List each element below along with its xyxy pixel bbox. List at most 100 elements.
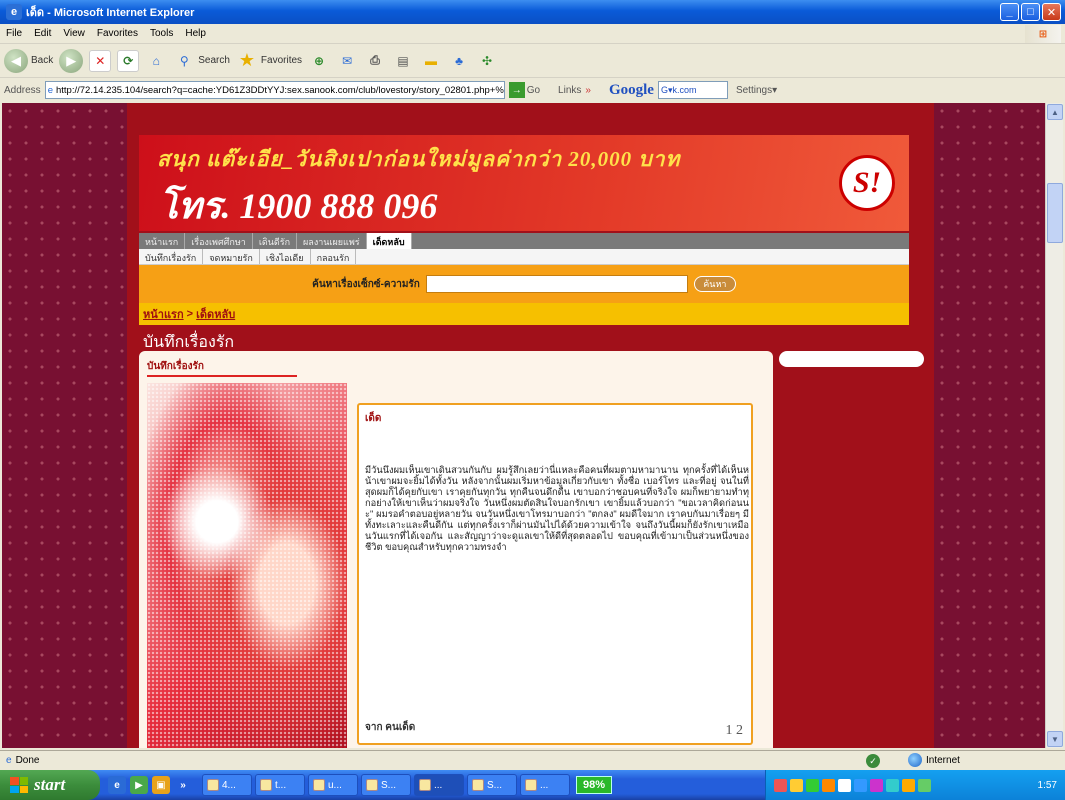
toolbar: ◀ Back ▶ ✕ ⟳ ⌂ ⚲ Search ★ Favorites ⊕ ✉ …	[0, 44, 1065, 78]
subnav-letters[interactable]: จดหมายรัก	[203, 249, 260, 264]
banner-headline: สนุก แต๊ะเอีย_วันสิงเปาก่อนใหม่มูลค่ากว่…	[157, 147, 681, 171]
google-toolbar-logo: Google	[608, 81, 654, 98]
site-search-input[interactable]	[425, 275, 688, 293]
stop-icon[interactable]: ✕	[89, 49, 112, 72]
sub-nav: บันทึกเรื่องรัก จดหมายรัก เชิงไอเดีย กลอ…	[139, 249, 909, 265]
page-viewport: สนุก แต๊ะเอีย_วันสิงเปาก่อนใหม่มูลค่ากว่…	[2, 103, 1045, 748]
story-pagination[interactable]: 1 2	[726, 723, 744, 739]
browser-window: e เด็ด - Microsoft Internet Explorer _ □…	[0, 0, 1065, 800]
folder-icon[interactable]: ▬	[420, 50, 442, 72]
desktop-icon[interactable]: ▣	[152, 776, 170, 794]
back-arrow-icon: ◀	[4, 48, 28, 73]
menu-view[interactable]: View	[63, 28, 85, 39]
menu-help[interactable]: Help	[185, 28, 206, 39]
maximize-button[interactable]: □	[1021, 3, 1040, 21]
task-button[interactable]: S...	[361, 774, 411, 796]
scroll-thumb[interactable]	[1047, 183, 1063, 243]
msn-icon[interactable]: ✣	[476, 50, 498, 72]
forward-button[interactable]: ▶	[59, 48, 84, 73]
task-button[interactable]: ...	[520, 774, 570, 796]
breadcrumb-current-link[interactable]: เด็ดหลับ	[196, 305, 235, 323]
links-chevron-icon[interactable]: »	[585, 85, 591, 96]
settings-button[interactable]: Settings▾	[736, 85, 777, 96]
vertical-scrollbar[interactable]: ▲ ▼	[1045, 103, 1063, 748]
nav-tab-love[interactable]: เดินดีรัก	[253, 233, 298, 249]
tray-app-icon[interactable]	[790, 778, 803, 792]
couple-photo	[147, 383, 347, 748]
mail-icon[interactable]: ✉	[336, 50, 358, 72]
scroll-up-icon[interactable]: ▲	[1047, 104, 1063, 120]
print-icon[interactable]: ⎙	[364, 50, 386, 72]
breadcrumb: หน้าแรก > เด็ดหลับ	[139, 303, 909, 325]
nav-tab-active[interactable]: เด็ดหลับ	[366, 233, 412, 249]
clock[interactable]: 1:57	[1038, 780, 1057, 791]
tray-app-icon[interactable]	[918, 778, 931, 792]
task-button-active[interactable]: ...	[414, 774, 464, 796]
tray-app-icon[interactable]	[822, 778, 835, 792]
task-list: 4... t... u... S... ... S... ...	[202, 774, 570, 796]
site-search-button[interactable]: ค้นหา	[693, 276, 736, 292]
tray-app-icon[interactable]	[886, 778, 899, 792]
tray-app-icon[interactable]	[870, 778, 883, 792]
star-icon: ★	[238, 50, 255, 70]
task-button[interactable]: S...	[467, 774, 517, 796]
google-search-input[interactable]: G▾k.com	[657, 81, 728, 99]
window-title: เด็ด - Microsoft Internet Explorer	[26, 7, 195, 19]
go-button[interactable]: → Go	[508, 82, 540, 98]
menu-tools[interactable]: Tools	[150, 28, 173, 39]
start-button[interactable]: start	[0, 770, 100, 800]
subnav-ideas[interactable]: เชิงไอเดีย	[260, 249, 311, 264]
address-bar: Address e http://72.14.235.104/search?q=…	[0, 78, 1065, 102]
tray-app-icon[interactable]	[902, 778, 915, 792]
story-body: มีวันนึงผมเห็นเขาเดินสวนกันกับ ผมรู้สึกเ…	[365, 465, 749, 552]
tray-app-icon[interactable]	[774, 778, 787, 792]
address-label: Address	[4, 84, 41, 96]
ie-icon: e	[6, 4, 22, 20]
status-bar: e Done ✓ Internet	[0, 750, 1065, 770]
ad-banner[interactable]: สนุก แต๊ะเอีย_วันสิงเปาก่อนใหม่มูลค่ากว่…	[139, 135, 909, 231]
back-button[interactable]: ◀ Back	[4, 48, 53, 73]
links-label[interactable]: Links	[558, 85, 581, 96]
page-container: สนุก แต๊ะเอีย_วันสิงเปาก่อนใหม่มูลค่ากว่…	[127, 103, 934, 748]
quick-launch: e ▶ ▣ »	[108, 776, 192, 794]
home-icon[interactable]: ⌂	[145, 50, 167, 72]
edit-icon[interactable]: ▤	[392, 50, 414, 72]
tray-app-icon[interactable]	[854, 778, 867, 792]
menu-favorites[interactable]: Favorites	[97, 28, 138, 39]
task-button[interactable]: u...	[308, 774, 358, 796]
task-button[interactable]: 4...	[202, 774, 252, 796]
battery-percent[interactable]: 98%	[576, 776, 613, 794]
scroll-down-icon[interactable]: ▼	[1047, 731, 1063, 747]
address-input[interactable]: e http://72.14.235.104/search?q=cache:YD…	[44, 81, 505, 99]
content-title: บันทึกเรื่องรัก	[147, 361, 204, 372]
task-button[interactable]: t...	[255, 774, 305, 796]
nav-tab-home[interactable]: หน้าแรก	[139, 233, 186, 249]
favorites-button[interactable]: ★ Favorites	[236, 50, 302, 72]
windows-flag-icon	[10, 777, 28, 793]
nav-tab-works[interactable]: ผลงานเผยแพร่	[297, 233, 367, 249]
left-pattern	[2, 103, 128, 748]
menu-file[interactable]: File	[6, 28, 22, 39]
tray-app-icon[interactable]	[806, 778, 819, 792]
story-box: เด็ด มีวันนึงผมเห็นเขาเดินสวนกันกับ ผมรู…	[357, 403, 753, 745]
media-icon[interactable]: ▶	[130, 776, 148, 794]
menu-edit[interactable]: Edit	[34, 28, 51, 39]
nav-tab-sex-ed[interactable]: เรื่องเพศศึกษา	[185, 233, 253, 249]
zone-indicator: Internet	[908, 753, 960, 767]
minimize-button[interactable]: _	[1000, 3, 1019, 21]
refresh-icon[interactable]: ⟳	[117, 49, 140, 72]
title-bar: e เด็ด - Microsoft Internet Explorer _ □…	[0, 0, 1065, 24]
messenger-icon[interactable]: ♣	[448, 50, 470, 72]
subnav-poems[interactable]: กลอนรัก	[311, 249, 357, 264]
ie-launch-icon[interactable]: e	[108, 776, 126, 794]
close-button[interactable]: ✕	[1042, 3, 1061, 21]
subnav-diary[interactable]: บันทึกเรื่องรัก	[139, 249, 204, 264]
title-underline	[147, 375, 297, 377]
go-arrow-icon: →	[508, 82, 525, 98]
search-button[interactable]: ⚲ Search	[173, 50, 230, 72]
quick-launch-more-icon[interactable]: »	[174, 776, 192, 794]
status-page-icon: e	[6, 755, 12, 766]
tray-app-icon[interactable]	[838, 778, 851, 792]
history-icon[interactable]: ⊕	[308, 50, 330, 72]
breadcrumb-home-link[interactable]: หน้าแรก	[143, 305, 184, 323]
